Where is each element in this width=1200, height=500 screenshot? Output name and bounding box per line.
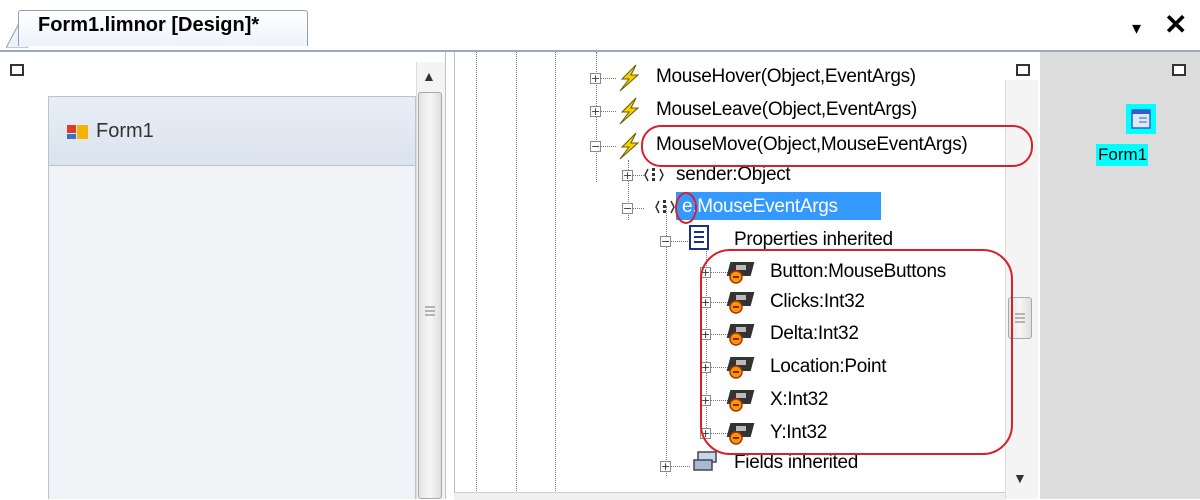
document-tab-label: Form1.limnor [Design]* <box>38 14 260 36</box>
component-tray <box>1040 52 1200 499</box>
event-lightning-icon <box>619 97 640 125</box>
tree-node-label: Fields inherited <box>734 452 859 473</box>
scroll-grip-icon <box>1015 313 1025 323</box>
scroll-up-icon[interactable]: ▲ <box>422 68 436 84</box>
collapse-icon[interactable]: − <box>590 141 601 152</box>
form-icon <box>67 125 88 139</box>
expand-icon[interactable]: + <box>660 461 671 472</box>
expand-icon[interactable]: + <box>590 73 601 84</box>
tree-node-label: MouseHover(Object,EventArgs) <box>656 66 916 87</box>
pane-collapse-icon[interactable] <box>10 64 24 76</box>
annotation-ring-mousemove <box>641 125 1033 167</box>
tab-list-dropdown-icon[interactable]: ▾ <box>1132 18 1141 39</box>
expand-icon[interactable]: + <box>622 170 633 181</box>
tray-collapse-icon[interactable] <box>1172 64 1186 76</box>
collapse-icon[interactable]: − <box>660 236 671 247</box>
close-tab-icon[interactable]: ✕ <box>1164 10 1187 40</box>
tree-pane-collapse-icon[interactable] <box>1016 64 1030 76</box>
parameter-icon <box>644 168 664 182</box>
designer-scroll-thumb[interactable] <box>418 92 442 499</box>
annotation-ring-properties <box>700 249 1013 455</box>
properties-page-icon <box>689 225 709 250</box>
tree-node-label: sender:Object <box>676 164 791 185</box>
collapse-icon[interactable]: − <box>622 203 633 214</box>
event-lightning-icon <box>619 132 640 160</box>
form-component-label[interactable]: Form1 <box>1096 144 1148 166</box>
event-lightning-icon <box>619 64 640 92</box>
parameter-icon <box>655 200 675 214</box>
tree-node-label-selected: e:MouseEventArgs <box>682 196 838 217</box>
form-item-label: Form1 <box>96 120 154 142</box>
expand-icon[interactable]: + <box>590 106 601 117</box>
form-component-icon[interactable] <box>1126 104 1156 134</box>
tree-node-label: Properties inherited <box>734 229 893 250</box>
tree-node-label: MouseLeave(Object,EventArgs) <box>656 99 917 120</box>
scroll-down-icon[interactable]: ▼ <box>1013 470 1027 486</box>
annotation-ring-e <box>675 192 697 224</box>
scroll-grip-icon <box>425 306 435 316</box>
